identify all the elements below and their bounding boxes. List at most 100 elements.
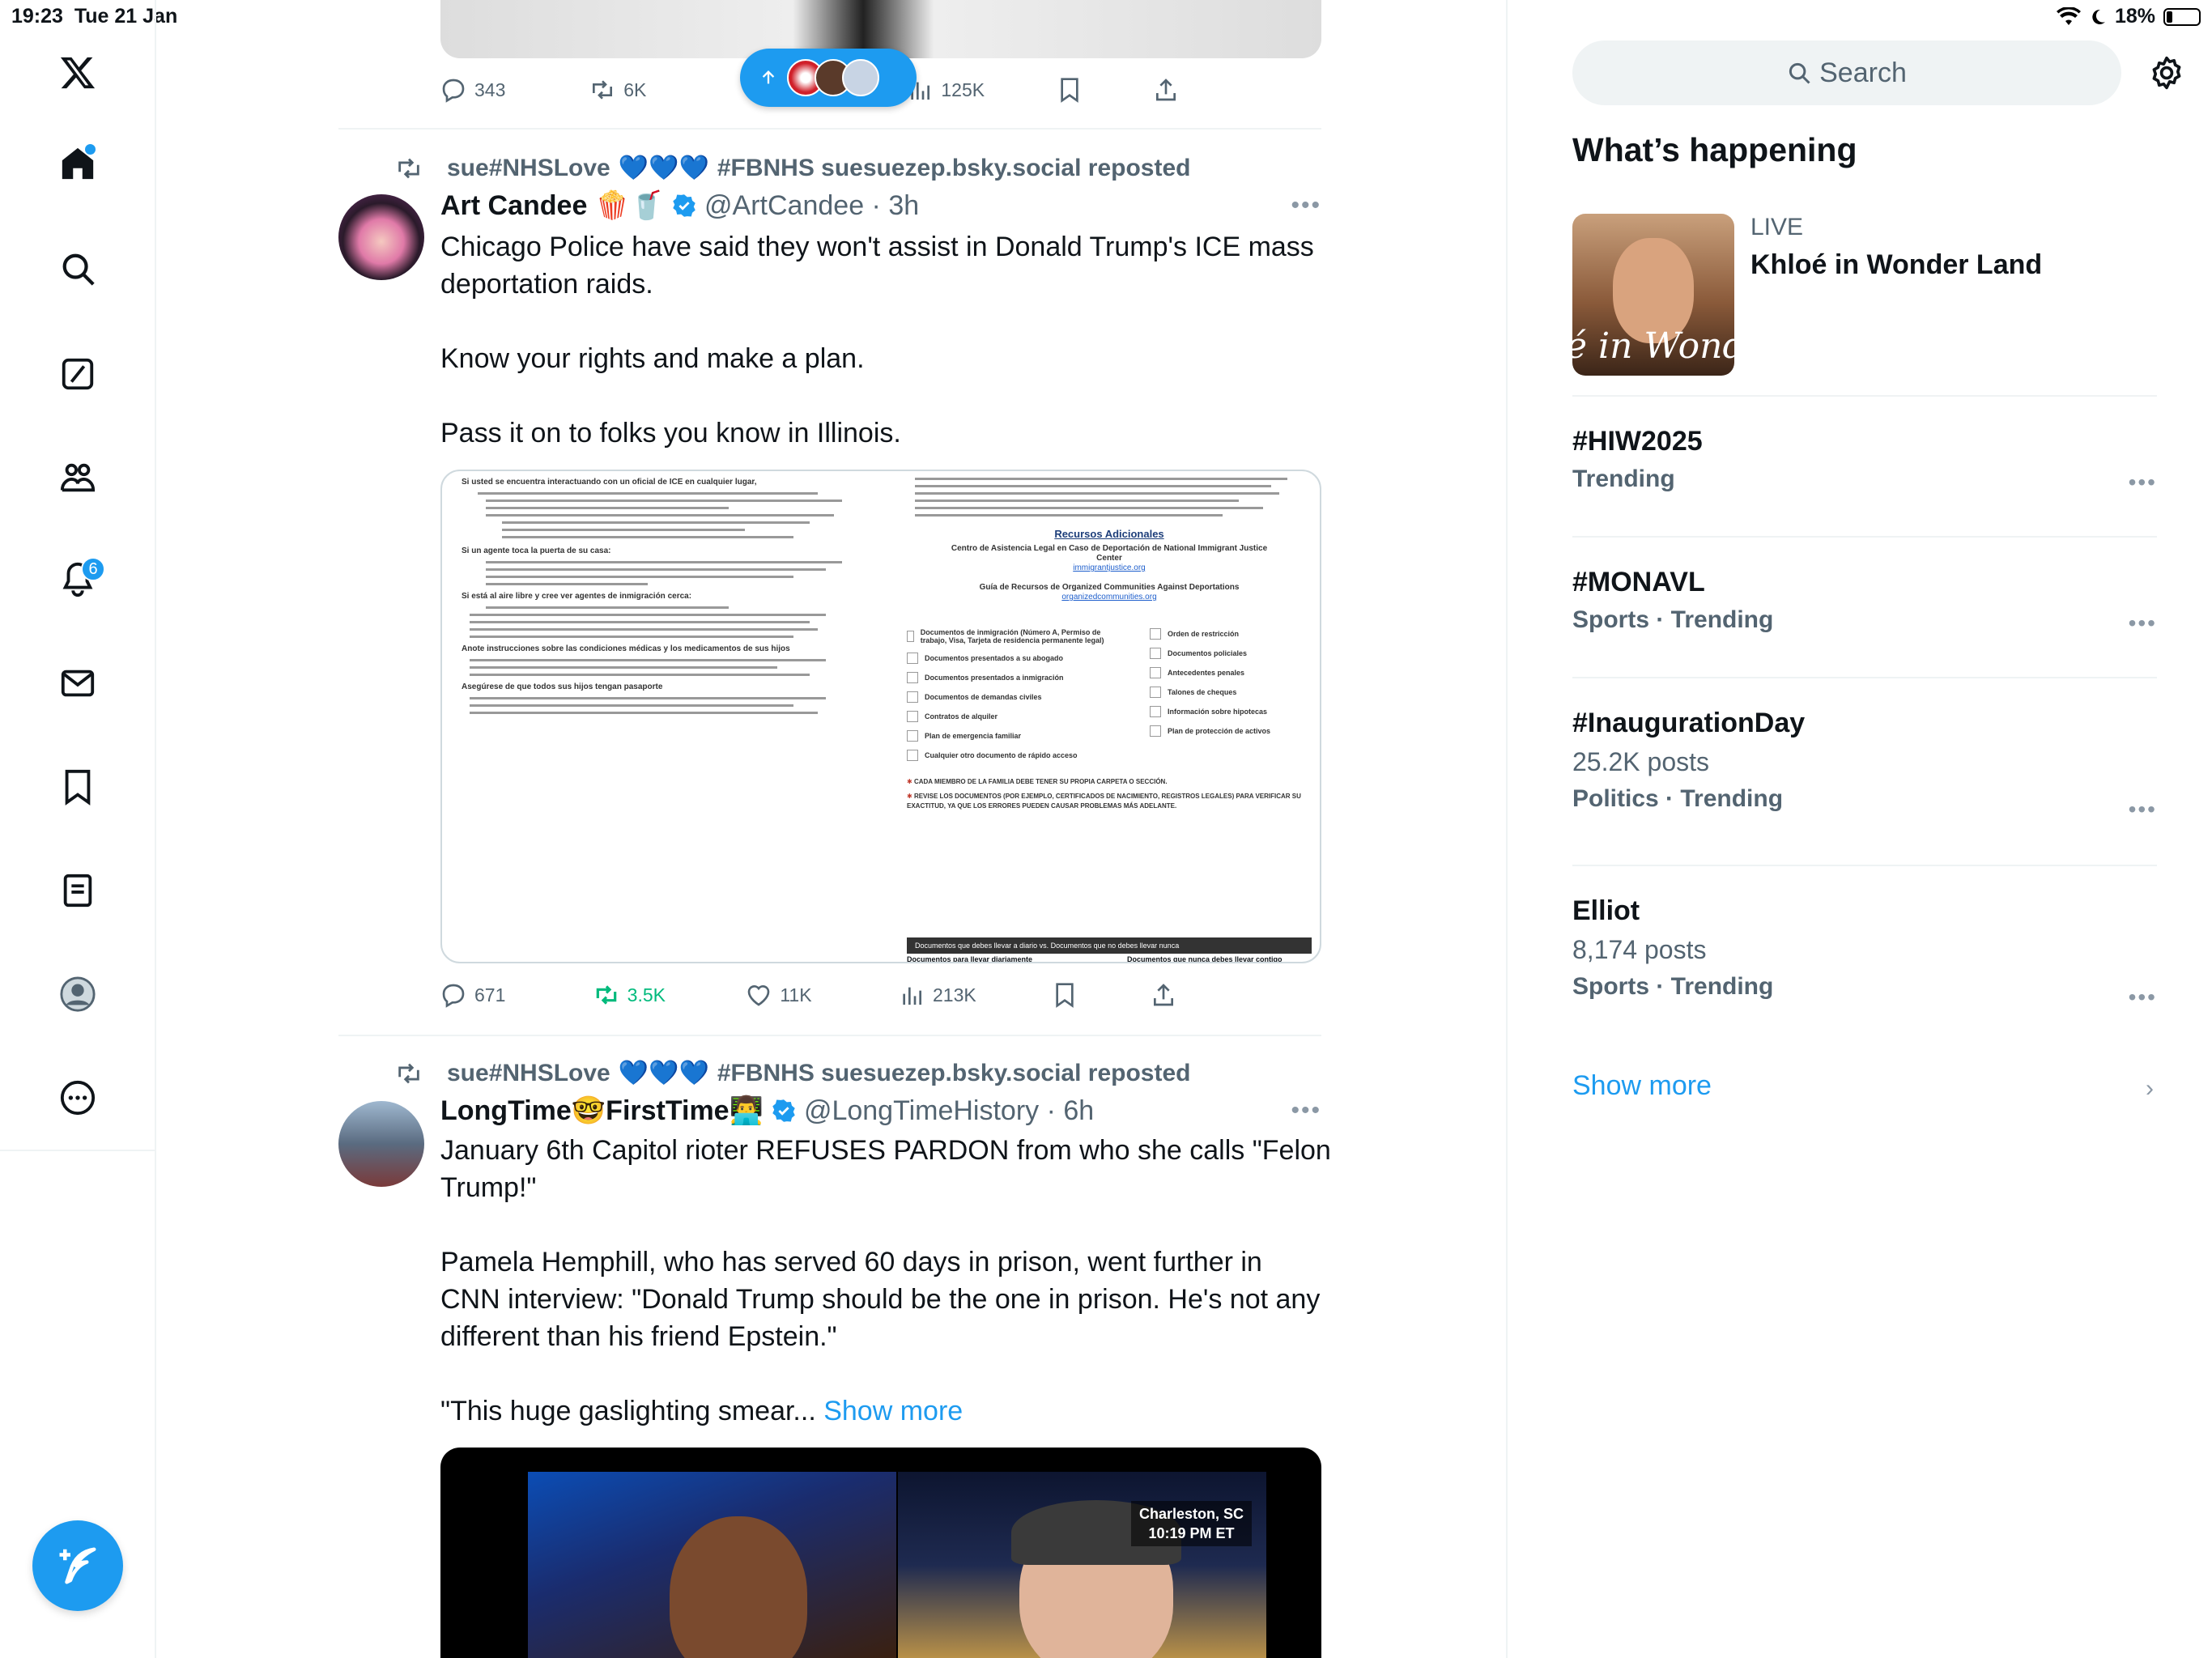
- tweet-header: Art Candee 🍿🥤 @ArtCandee · 3h •••: [440, 189, 1321, 222]
- repost-button[interactable]: 3.5K: [593, 982, 747, 1008]
- show-more-link[interactable]: Show more: [823, 1396, 963, 1426]
- trend-more-icon[interactable]: •••: [2129, 984, 2157, 1010]
- trend-divider: [1572, 677, 2157, 678]
- trend-item[interactable]: Elliot 8,174 posts Sports · Trending •••: [1572, 895, 2157, 1010]
- trend-tag: #HIW2025: [1572, 426, 1703, 457]
- doc-heading: Anote instrucciones sobre las condicione…: [462, 644, 790, 653]
- trend-divider: [1572, 865, 2157, 866]
- profile-icon[interactable]: [53, 970, 102, 1018]
- notifications-icon[interactable]: 6: [53, 555, 105, 604]
- video-person-left: [670, 1516, 807, 1658]
- tweet-more-icon[interactable]: •••: [1291, 1097, 1321, 1124]
- repost-context[interactable]: sue#NHSLove 💙💙💙 #FBNHS suesuezep.bsky.soci…: [395, 1059, 1190, 1087]
- document-right-column: Recursos Adicionales Centro de Asistenci…: [907, 471, 1312, 811]
- video-location-overlay: Charleston, SC 10:19 PM ET: [1130, 1501, 1252, 1546]
- document-left-column: Si usted se encuentra interactuando con …: [462, 471, 866, 719]
- doc-heading: Si está al aire libre y cree ver agentes…: [462, 592, 692, 601]
- doc-checklist-right: Orden de restricción Documentos policial…: [1150, 620, 1304, 769]
- trend-divider: [1572, 536, 2157, 538]
- bookmark-icon: [1056, 983, 1074, 1008]
- trend-context: Trending: [1572, 466, 1675, 492]
- doc-heading: Si usted se encuentra interactuando con …: [462, 478, 757, 487]
- bookmark-button[interactable]: [1052, 982, 1151, 1008]
- trend-context: Politics · Trending: [1572, 785, 1784, 812]
- bookmark-icon: [1060, 78, 1078, 103]
- tweet-header: LongTime🤓FirstTime👨‍💻 @LongTimeHistory ·…: [440, 1095, 1321, 1127]
- doc-checklist-left: Documentos de inmigración (Número A, Per…: [907, 620, 1125, 769]
- tweet-more-icon[interactable]: •••: [1291, 192, 1321, 219]
- trend-context: Sports · Trending: [1572, 973, 1774, 1000]
- author-name[interactable]: Art Candee: [440, 190, 587, 222]
- whats-happening-title: What’s happening: [1572, 131, 1857, 168]
- x-logo-icon[interactable]: [53, 49, 102, 97]
- tweet-divider: [338, 128, 1321, 130]
- like-button[interactable]: 11K: [746, 982, 899, 1008]
- gear-icon[interactable]: [2149, 55, 2184, 91]
- tweet-divider: [338, 1035, 1321, 1036]
- timeline[interactable]: 343 6K 125K sue#NHSLove 💙💙💙 #FBNHS suesuez…: [338, 0, 1331, 1658]
- repost-button[interactable]: 6K: [589, 77, 738, 103]
- avatar[interactable]: [338, 194, 424, 280]
- arrow-up-icon: [762, 70, 775, 84]
- avatar: [842, 59, 879, 96]
- tweet-video[interactable]: Charleston, SC 10:19 PM ET: [440, 1448, 1321, 1658]
- tweet-image-document[interactable]: Si usted se encuentra interactuando con …: [440, 470, 1321, 963]
- new-posts-pill[interactable]: [740, 49, 917, 107]
- trend-more-icon[interactable]: •••: [2129, 797, 2157, 823]
- share-icon: [1154, 984, 1174, 1006]
- tweet-text: Chicago Police have said they won't assi…: [440, 232, 1314, 449]
- trend-divider: [1572, 395, 2157, 397]
- repost-context[interactable]: sue#NHSLove 💙💙💙 #FBNHS suesuezep.bsky.soci…: [395, 154, 1190, 182]
- verified-badge-icon: [673, 194, 696, 217]
- author-handle[interactable]: @LongTimeHistory · 6h: [804, 1095, 1094, 1127]
- trend-item[interactable]: #MONAVL Sports · Trending •••: [1572, 567, 2157, 636]
- tweet-actions: 671 3.5K 11K 213K: [440, 975, 1250, 1015]
- share-button[interactable]: [1151, 982, 1250, 1008]
- show-more-trends-link[interactable]: Show more: [1572, 1070, 1712, 1102]
- views-button[interactable]: 213K: [899, 982, 1052, 1008]
- author-handle[interactable]: @ArtCandee · 3h: [704, 190, 919, 222]
- share-button[interactable]: [1153, 77, 1250, 103]
- doc-note: ✱ CADA MIEMBRO DE LA FAMILIA DEBE TENER …: [907, 778, 1168, 785]
- grok-icon[interactable]: [53, 350, 102, 398]
- messages-icon[interactable]: [53, 659, 102, 708]
- video-left-panel: [528, 1472, 896, 1658]
- trend-more-icon[interactable]: •••: [2129, 470, 2157, 495]
- doc-link: organizedcommunities.org: [1061, 593, 1157, 602]
- views-button[interactable]: 125K: [907, 77, 1056, 103]
- repost-icon: [398, 1063, 419, 1083]
- more-icon[interactable]: [53, 1073, 102, 1122]
- doc-footer-right: Documentos que nunca debes llevar contig…: [1127, 955, 1283, 963]
- reply-icon: [442, 79, 465, 103]
- compose-post-button[interactable]: [32, 1520, 123, 1611]
- search-icon[interactable]: [53, 244, 102, 293]
- live-event-title[interactable]: Khloé in Wonder Land: [1750, 249, 2042, 281]
- trend-tag: #InaugurationDay: [1572, 708, 1806, 738]
- lists-icon[interactable]: [53, 866, 102, 915]
- reply-button[interactable]: 343: [440, 77, 589, 103]
- home-unread-dot: [85, 144, 96, 155]
- author-name[interactable]: LongTime🤓FirstTime👨‍💻: [440, 1095, 764, 1127]
- doc-link: immigrantjustice.org: [1073, 563, 1146, 572]
- bookmarks-icon[interactable]: [53, 763, 102, 811]
- doc-resources-title: Recursos Adicionales: [1054, 528, 1164, 540]
- live-thumbnail-text: é in Wonder L: [1572, 325, 1734, 367]
- live-thumbnail[interactable]: é in Wonder L: [1572, 214, 1734, 376]
- feather-plus-icon: [59, 1547, 96, 1584]
- communities-icon[interactable]: [53, 453, 102, 502]
- trend-context: Sports · Trending: [1572, 606, 1774, 633]
- video-right-panel: Charleston, SC 10:19 PM ET: [898, 1472, 1266, 1658]
- blue-heart-emoji: 💙💙💙: [618, 1060, 709, 1086]
- search-input[interactable]: Search: [1572, 40, 2121, 105]
- notifications-badge: 6: [81, 557, 105, 581]
- trend-item[interactable]: #HIW2025 Trending •••: [1572, 426, 2157, 495]
- trend-item[interactable]: #InaugurationDay 25.2K posts Politics · …: [1572, 708, 2157, 822]
- doc-org: Centro de Asistencia Legal en Caso de De…: [951, 544, 1268, 563]
- reply-icon: [442, 984, 465, 1008]
- avatar[interactable]: [338, 1101, 424, 1187]
- home-icon[interactable]: [53, 139, 102, 188]
- bookmark-button[interactable]: [1057, 77, 1154, 103]
- reply-button[interactable]: 671: [440, 982, 593, 1008]
- trend-more-icon[interactable]: •••: [2129, 610, 2157, 636]
- doc-footer-left: Documentos para llevar diariamente: [907, 955, 1033, 963]
